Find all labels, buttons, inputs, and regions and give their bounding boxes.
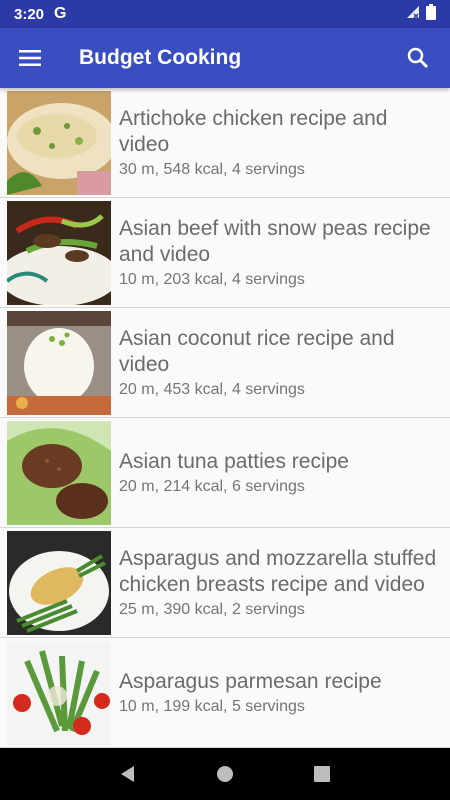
menu-icon[interactable]	[16, 44, 44, 72]
google-icon: G	[54, 5, 67, 22]
recipe-row[interactable]: Asparagus parmesan recipe 10 m, 199 kcal…	[0, 638, 450, 748]
home-icon[interactable]	[205, 754, 245, 794]
recipe-title: Asparagus and mozzarella stuffed chicken…	[119, 547, 437, 596]
recipe-row[interactable]: Artichoke chicken recipe and video 30 m,…	[0, 88, 450, 198]
recipe-title: Asparagus parmesan recipe	[119, 670, 382, 693]
recipe-meta: 10 m, 203 kcal, 4 servings	[119, 271, 305, 288]
recipe-row[interactable]: Asparagus and mozzarella stuffed chicken…	[0, 528, 450, 638]
recipe-thumbnail	[7, 200, 111, 305]
recipe-row[interactable]: Asian tuna patties recipe 20 m, 214 kcal…	[0, 418, 450, 528]
recipe-thumbnail	[7, 90, 111, 195]
recipe-row[interactable]: Asian beef with snow peas recipe and vid…	[0, 198, 450, 308]
signal-icon	[406, 5, 420, 23]
search-icon[interactable]	[402, 42, 434, 74]
battery-icon	[426, 4, 436, 24]
status-bar: 3:20 G	[0, 0, 450, 28]
recipe-title: Asian tuna patties recipe	[119, 450, 349, 473]
recipe-meta: 30 m, 548 kcal, 4 servings	[119, 161, 305, 178]
back-icon[interactable]	[108, 754, 148, 794]
system-nav-bar	[0, 748, 450, 800]
recipe-row[interactable]: Asian coconut rice recipe and video 20 m…	[0, 308, 450, 418]
app-title: Budget Cooking	[79, 46, 242, 69]
status-time: 3:20	[14, 5, 45, 23]
recipe-thumbnail	[7, 640, 111, 745]
recipe-meta: 10 m, 199 kcal, 5 servings	[119, 698, 305, 715]
recipe-thumbnail	[7, 530, 111, 635]
recipe-thumbnail	[7, 310, 111, 415]
app-bar: Budget Cooking	[0, 28, 450, 88]
recipe-meta: 20 m, 453 kcal, 4 servings	[119, 381, 305, 398]
recipe-title: Artichoke chicken recipe and video	[119, 107, 388, 156]
recipe-list: Artichoke chicken recipe and video 30 m,…	[0, 88, 450, 748]
recipe-meta: 20 m, 214 kcal, 6 servings	[119, 478, 305, 495]
recents-icon[interactable]	[302, 754, 342, 794]
recipe-thumbnail	[7, 420, 111, 525]
recipe-title: Asian beef with snow peas recipe and vid…	[119, 217, 431, 266]
recipe-title: Asian coconut rice recipe and video	[119, 327, 395, 376]
recipe-meta: 25 m, 390 kcal, 2 servings	[119, 601, 305, 618]
